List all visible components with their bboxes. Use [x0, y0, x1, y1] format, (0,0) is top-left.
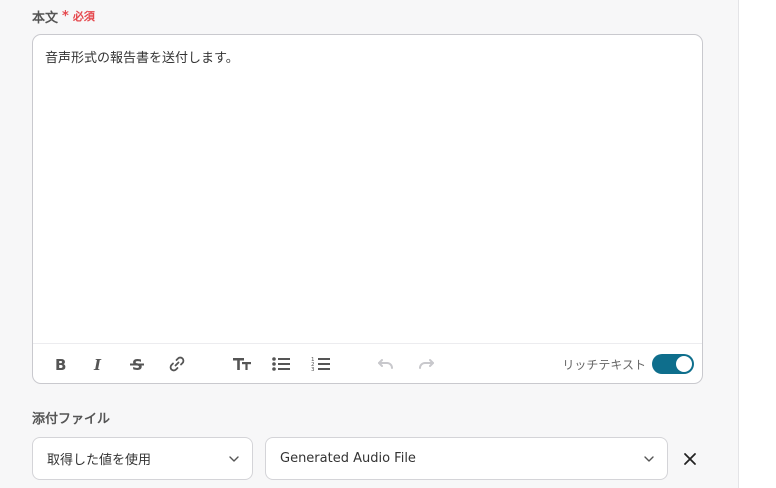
toggle-knob	[676, 356, 692, 372]
required-asterisk: *	[62, 8, 69, 24]
body-label-text: 本文	[32, 10, 59, 26]
attachment-source-select[interactable]: 取得した値を使用	[32, 437, 253, 480]
svg-text:B: B	[55, 356, 66, 372]
rich-text-toggle[interactable]	[652, 354, 694, 374]
attachment-source-value: 取得した値を使用	[47, 453, 152, 468]
link-icon[interactable]	[165, 352, 189, 376]
body-text-area[interactable]: 音声形式の報告書を送付します。	[33, 35, 702, 343]
svg-text:I: I	[93, 356, 102, 372]
italic-icon[interactable]: I	[86, 352, 110, 376]
bold-icon[interactable]: B	[48, 352, 72, 376]
body-editor: 音声形式の報告書を送付します。 B I S 1 2 3 リッチテキスト	[32, 34, 703, 384]
bulleted-list-icon[interactable]	[269, 352, 293, 376]
chevron-down-icon	[644, 456, 654, 462]
rich-text-label: リッチテキスト	[562, 358, 646, 372]
numbered-list-icon[interactable]: 1 2 3	[309, 352, 333, 376]
required-badge: 必須	[72, 10, 95, 23]
attachment-field-label: 添付ファイル	[32, 412, 111, 427]
undo-icon[interactable]	[374, 352, 398, 376]
body-field-label: 本文 * 必須	[32, 6, 95, 26]
editor-toolbar: B I S 1 2 3 リッチテキスト	[33, 343, 702, 383]
redo-icon[interactable]	[414, 352, 438, 376]
close-icon	[684, 453, 696, 465]
attachment-file-select[interactable]: Generated Audio File	[265, 437, 668, 480]
email-compose-form: 本文 * 必須 音声形式の報告書を送付します。 B I S 1 2 3 リッチテ…	[0, 0, 776, 488]
svg-text:3: 3	[311, 367, 315, 373]
right-panel-edge	[738, 0, 776, 488]
strikethrough-icon[interactable]: S	[125, 352, 149, 376]
text-size-icon[interactable]	[230, 352, 254, 376]
attachment-file-value: Generated Audio File	[280, 451, 416, 466]
remove-attachment-button[interactable]	[680, 449, 700, 469]
chevron-down-icon	[229, 456, 239, 462]
